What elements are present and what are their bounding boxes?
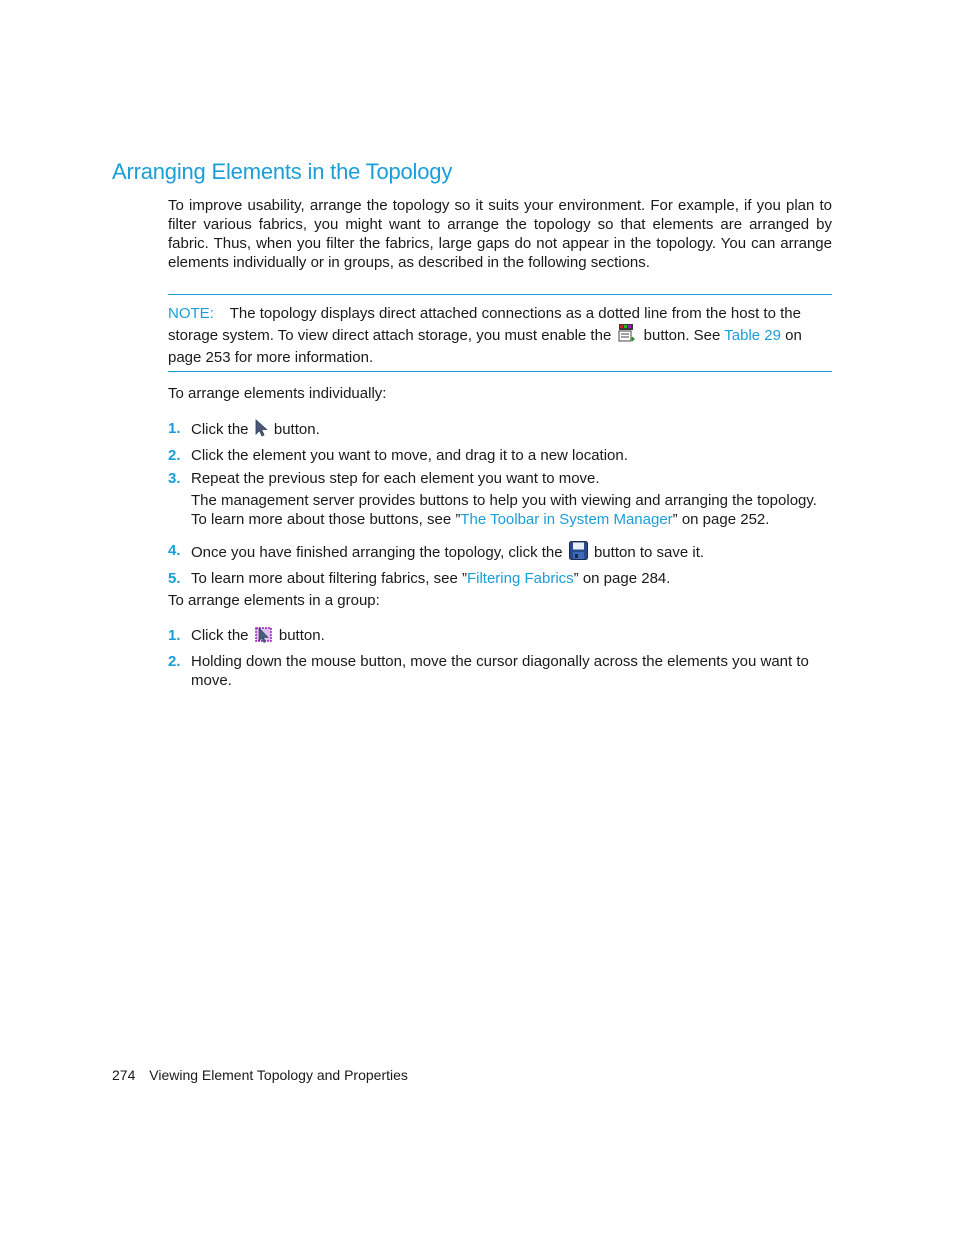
step-number: 4. xyxy=(168,542,181,559)
chapter-title: Viewing Element Topology and Properties xyxy=(149,1067,408,1083)
group-steps: 1. Click the button. 2. Holding down the… xyxy=(168,626,832,694)
page-number: 274 xyxy=(112,1067,136,1083)
step-text: button. xyxy=(278,627,325,644)
step-text: To learn more about filtering fabrics, s… xyxy=(191,570,467,587)
list-item: 5. To learn more about filtering fabrics… xyxy=(168,569,832,588)
step-text: Click the element you want to move, and … xyxy=(191,447,628,464)
list-item: 1. Click the button. xyxy=(168,626,832,648)
list-item: 1. Click the button. xyxy=(168,419,832,442)
group-lead: To arrange elements in a group: xyxy=(168,592,380,609)
step-text: Once you have finished arranging the top… xyxy=(191,544,563,561)
pointer-arrow-icon xyxy=(255,419,268,442)
direct-attach-storage-icon xyxy=(617,323,637,348)
step-text: ” on page 252. xyxy=(672,511,770,528)
note-text-after-icon: button. See xyxy=(643,327,721,344)
group-select-icon xyxy=(254,626,273,648)
step-number: 3. xyxy=(168,470,181,487)
step-text: Holding down the mouse button, move the … xyxy=(191,653,809,689)
step-number: 1. xyxy=(168,420,181,437)
step-text: button. xyxy=(273,421,320,438)
step-text: ” on page 284. xyxy=(573,570,671,587)
note-label: NOTE: xyxy=(168,305,214,322)
list-item: 2. Click the element you want to move, a… xyxy=(168,446,832,465)
filtering-fabrics-link[interactable]: Filtering Fabrics xyxy=(467,570,574,587)
individual-lead: To arrange elements individually: xyxy=(168,385,387,402)
step-number: 1. xyxy=(168,627,181,644)
intro-paragraph: To improve usability, arrange the topolo… xyxy=(168,197,832,271)
step-text: Repeat the previous step for each elemen… xyxy=(191,470,600,487)
list-item: 4. Once you have finished arranging the … xyxy=(168,541,832,565)
save-floppy-icon xyxy=(568,541,588,565)
step-number: 2. xyxy=(168,447,181,464)
step-text: Click the xyxy=(191,421,249,438)
step-text: Click the xyxy=(191,627,249,644)
section-title: Arranging Elements in the Topology xyxy=(112,159,453,184)
page-footer: 274 Viewing Element Topology and Propert… xyxy=(112,1067,408,1083)
note-paragraph: NOTE: The topology displays direct attac… xyxy=(168,304,832,367)
step-number: 2. xyxy=(168,653,181,670)
note-box: NOTE: The topology displays direct attac… xyxy=(168,294,832,372)
toolbar-in-system-manager-link[interactable]: The Toolbar in System Manager xyxy=(460,511,672,528)
step-sub-paragraph: The management server provides buttons t… xyxy=(191,491,832,529)
step-number: 5. xyxy=(168,570,181,587)
list-item: 2. Holding down the mouse button, move t… xyxy=(168,652,832,690)
list-item: 3. Repeat the previous step for each ele… xyxy=(168,469,832,529)
table-29-link[interactable]: Table 29 xyxy=(724,327,781,344)
individual-steps: 1. Click the button. 2. Click the elemen… xyxy=(168,419,832,592)
step-text: button to save it. xyxy=(593,544,705,561)
